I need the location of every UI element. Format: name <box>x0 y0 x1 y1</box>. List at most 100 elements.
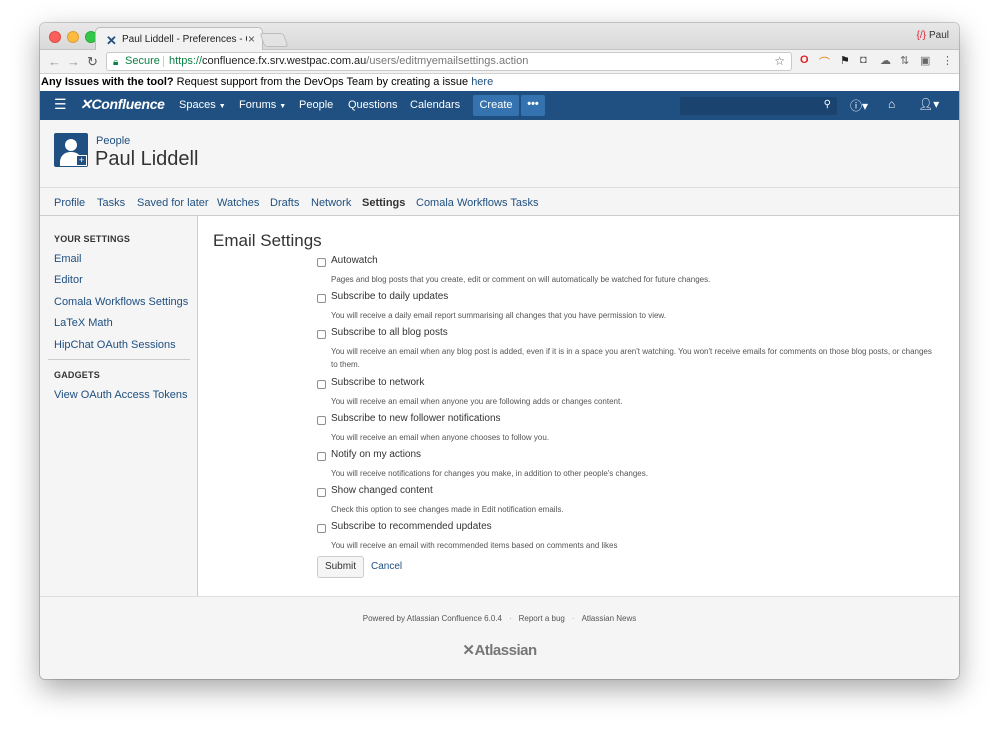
report-bug-link[interactable]: Report a bug <box>519 614 565 623</box>
url-path: /users/editmyemailsettings.action <box>366 55 529 67</box>
profile-chip[interactable]: {/} Paul <box>917 30 949 41</box>
email-settings-panel: Email Settings Autowatch Pages and blog … <box>199 216 959 596</box>
daily-updates-checkbox[interactable] <box>317 294 326 303</box>
support-banner: Any Issues with the tool? Request suppor… <box>40 74 959 91</box>
footer-dot: · <box>508 614 512 623</box>
tab-watches[interactable]: Watches <box>217 197 259 209</box>
help-icon[interactable]: ⓘ▾ <box>850 97 868 114</box>
minimize-window-button[interactable] <box>67 31 79 43</box>
browser-toolbar: ← → ↻ 🔒︎ Secure https://confluence.fx.sr… <box>40 50 959 74</box>
nav-calendars[interactable]: Calendars <box>410 99 460 111</box>
camera-extension-icon[interactable]: ◘ <box>860 54 867 66</box>
close-window-button[interactable] <box>49 31 61 43</box>
footer-links: Powered by Atlassian Confluence 6.0.4 · Re… <box>40 614 959 623</box>
search-icon: ⚲ <box>823 99 831 110</box>
url-host: confluence.fx.srv.westpac.com.au <box>202 55 367 67</box>
notify-my-actions-checkbox[interactable] <box>317 452 326 461</box>
more-create-button[interactable]: ••• <box>521 95 545 116</box>
tab-close-icon[interactable]: × <box>248 32 255 46</box>
cloud-extension-icon[interactable]: ☁ <box>880 54 891 67</box>
submit-button[interactable]: Submit <box>317 556 364 578</box>
nav-people[interactable]: People <box>299 99 333 111</box>
tab-drafts[interactable]: Drafts <box>270 197 299 209</box>
option-description: You will receive an email when anyone yo… <box>331 397 623 406</box>
tab-profile[interactable]: Profile <box>54 197 85 209</box>
sync-extension-icon[interactable]: ⇅ <box>900 54 909 67</box>
atlassian-logo[interactable]: ✕Atlassian <box>40 641 959 659</box>
option-description: You will receive notifications for chang… <box>331 469 648 478</box>
option-label[interactable]: Show changed content <box>331 485 433 496</box>
sidebar-item-view-oauth-access-tokens[interactable]: View OAuth Access Tokens <box>54 389 188 401</box>
browser-tab[interactable]: ✕ Paul Liddell - Preferences - Co × <box>95 27 263 51</box>
confluence-favicon-icon: ✕ <box>106 33 117 48</box>
recommended-updates-checkbox[interactable] <box>317 524 326 533</box>
profile-tabs: Profile Tasks Saved for later Watches Dr… <box>40 188 959 216</box>
confluence-logo[interactable]: ✕Confluence <box>80 96 165 113</box>
sidebar-divider <box>48 359 190 360</box>
breadcrumb[interactable]: People <box>96 135 130 147</box>
option-description: You will receive an email with recommend… <box>331 541 618 550</box>
logo-text: Confluence <box>91 96 165 112</box>
tab-saved-for-later[interactable]: Saved for later <box>137 197 209 209</box>
footer: Powered by Atlassian Confluence 6.0.4 · Re… <box>40 596 959 679</box>
option-description: Check this option to see changes made in… <box>331 505 564 514</box>
bookmark-star-icon[interactable]: ☆ <box>774 53 785 70</box>
address-bar[interactable]: 🔒︎ Secure https://confluence.fx.srv.west… <box>106 52 792 71</box>
atlassian-news-link[interactable]: Atlassian News <box>582 614 637 623</box>
forward-arrow-icon[interactable]: → <box>67 54 80 69</box>
sidebar-item-latex-math[interactable]: LaTeX Math <box>54 317 113 329</box>
cancel-link[interactable]: Cancel <box>371 561 402 572</box>
nav-questions[interactable]: Questions <box>348 99 398 111</box>
option-label[interactable]: Notify on my actions <box>331 449 421 460</box>
network-checkbox[interactable] <box>317 380 326 389</box>
new-follower-checkbox[interactable] <box>317 416 326 425</box>
tab-comala-workflows-tasks[interactable]: Comala Workflows Tasks <box>416 197 538 209</box>
address-separator <box>163 56 164 67</box>
option-label[interactable]: Autowatch <box>331 255 378 266</box>
page-header: + People Paul Liddell <box>40 120 959 188</box>
secure-label: Secure <box>125 55 160 67</box>
all-blog-posts-checkbox[interactable] <box>317 330 326 339</box>
show-changed-content-checkbox[interactable] <box>317 488 326 497</box>
option-label[interactable]: Subscribe to new follower notifications <box>331 413 501 424</box>
chevron-down-icon: ▼ <box>218 103 226 110</box>
lock-icon: 🔒︎ <box>113 57 119 68</box>
page-title: Paul Liddell <box>95 148 199 170</box>
nav-forums[interactable]: Forums ▼ <box>239 99 286 111</box>
sidebar-item-editor[interactable]: Editor <box>54 274 83 286</box>
tab-network[interactable]: Network <box>311 197 351 209</box>
k-extension-icon[interactable]: ▣ <box>920 54 930 67</box>
option-label[interactable]: Subscribe to recommended updates <box>331 521 492 532</box>
flag-extension-icon[interactable]: ⚑ <box>840 54 850 67</box>
back-arrow-icon[interactable]: ← <box>48 54 61 69</box>
settings-sidebar: YOUR SETTINGS Email Editor Comala Workfl… <box>40 216 198 596</box>
create-button[interactable]: Create <box>473 95 519 116</box>
chrome-menu-icon[interactable]: ⋮ <box>942 54 953 67</box>
user-avatar[interactable]: + <box>54 133 88 167</box>
footer-dot: · <box>571 614 575 623</box>
sidebar-item-comala-workflows-settings[interactable]: Comala Workflows Settings <box>54 296 188 308</box>
sidebar-item-email[interactable]: Email <box>54 253 82 265</box>
nav-spaces[interactable]: Spaces ▼ <box>179 99 226 111</box>
hamburger-menu-icon[interactable]: ☰ <box>54 96 67 113</box>
opera-extension-icon[interactable]: O <box>800 54 809 66</box>
tab-tasks[interactable]: Tasks <box>97 197 125 209</box>
option-label[interactable]: Subscribe to all blog posts <box>331 327 448 338</box>
tab-settings[interactable]: Settings <box>362 197 405 209</box>
atlassian-logo-icon: ✕ <box>462 642 475 659</box>
reload-icon[interactable]: ↻ <box>87 54 98 70</box>
option-label[interactable]: Subscribe to network <box>331 377 424 388</box>
url-text: https://confluence.fx.srv.westpac.com.au… <box>169 53 528 70</box>
new-tab-button[interactable] <box>259 33 289 47</box>
nav-spaces-label: Spaces <box>179 99 216 111</box>
option-label[interactable]: Subscribe to daily updates <box>331 291 448 302</box>
autowatch-checkbox[interactable] <box>317 258 326 267</box>
search-input[interactable]: ⚲ <box>680 97 837 115</box>
sidebar-item-hipchat-oauth-sessions[interactable]: HipChat OAuth Sessions <box>54 339 176 351</box>
banner-here-link[interactable]: here <box>471 76 493 88</box>
option-description: You will receive an email when anyone ch… <box>331 433 550 442</box>
rainbow-extension-icon[interactable]: ⌒ <box>819 54 830 70</box>
chevron-down-icon: ▼ <box>279 103 287 110</box>
notifications-icon[interactable]: ⌂ <box>888 97 895 111</box>
user-avatar-icon[interactable]: 👤︎▾ <box>918 97 939 111</box>
